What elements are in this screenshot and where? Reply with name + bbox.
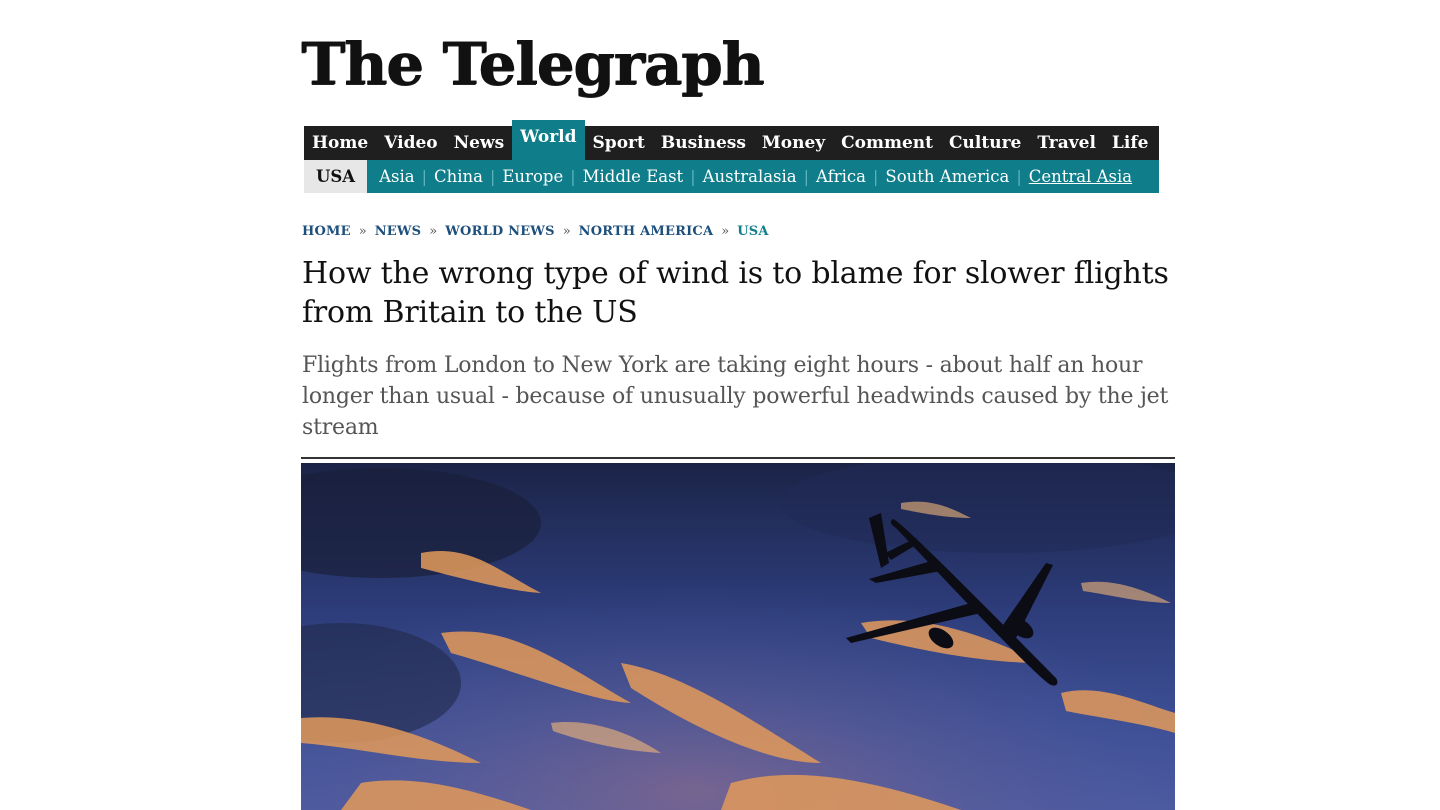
subnav-separator: |: [803, 167, 810, 186]
breadcrumb-north-america[interactable]: NORTH AMERICA: [579, 224, 714, 239]
breadcrumb-separator: »: [429, 223, 438, 239]
nav-item-comment[interactable]: Comment: [833, 126, 941, 160]
subnav-separator: |: [490, 167, 496, 186]
subnav-item-asia[interactable]: Asia: [373, 160, 421, 193]
subnav-item-south-america[interactable]: South America: [879, 160, 1015, 193]
subnav-item-central-asia[interactable]: Central Asia: [1023, 160, 1138, 193]
divider-rule: [301, 457, 1175, 459]
page: The Telegraph Home Video News World Spor…: [0, 0, 1440, 810]
article-headline: How the wrong type of wind is to blame f…: [302, 256, 1169, 330]
subnav-item-middle-east[interactable]: Middle East: [577, 160, 690, 193]
breadcrumb-world-news[interactable]: WORLD NEWS: [445, 224, 554, 239]
article-standfirst: Flights from London to New York are taki…: [302, 353, 1169, 440]
subnav-item-europe[interactable]: Europe: [496, 160, 569, 193]
nav-item-business[interactable]: Business: [653, 126, 754, 160]
breadcrumb-separator: »: [358, 223, 367, 239]
breadcrumb-news[interactable]: NEWS: [375, 224, 422, 239]
airplane-sunset-illustration: [301, 463, 1175, 810]
nav-item-home[interactable]: Home: [304, 126, 376, 160]
nav-item-news[interactable]: News: [446, 126, 513, 160]
primary-nav: Home Video News World Sport Business Mon…: [304, 120, 1159, 160]
subnav-item-usa[interactable]: USA: [304, 160, 368, 193]
hero-image: [301, 463, 1175, 810]
subnav-separator: |: [421, 167, 427, 186]
nav-item-culture[interactable]: Culture: [941, 126, 1029, 160]
nav-item-world[interactable]: World: [512, 120, 585, 160]
nav-item-life[interactable]: Life: [1104, 126, 1157, 160]
subnav-item-africa[interactable]: Africa: [810, 160, 872, 193]
subnav-separator: |: [690, 167, 696, 186]
nav-item-travel[interactable]: Travel: [1029, 126, 1104, 160]
subnav-separator: |: [873, 167, 879, 186]
nav-item-money[interactable]: Money: [754, 126, 833, 160]
nav-item-sport[interactable]: Sport: [585, 126, 653, 160]
breadcrumb-separator: »: [721, 223, 730, 239]
subnav-separator: |: [570, 167, 576, 186]
masthead-logo[interactable]: The Telegraph: [301, 24, 764, 104]
nav-item-video[interactable]: Video: [376, 126, 445, 160]
subnav-item-china[interactable]: China: [428, 160, 489, 193]
subnav-item-australasia[interactable]: Australasia: [697, 160, 803, 193]
secondary-nav: USA Asia | China | Europe | Middle East …: [304, 160, 1159, 193]
breadcrumb-home[interactable]: HOME: [302, 224, 351, 239]
subnav-separator: |: [1016, 167, 1022, 186]
breadcrumb-usa[interactable]: USA: [737, 224, 768, 239]
breadcrumb-separator: »: [562, 223, 571, 239]
breadcrumb: HOME » NEWS » WORLD NEWS » NORTH AMERICA…: [302, 222, 769, 240]
